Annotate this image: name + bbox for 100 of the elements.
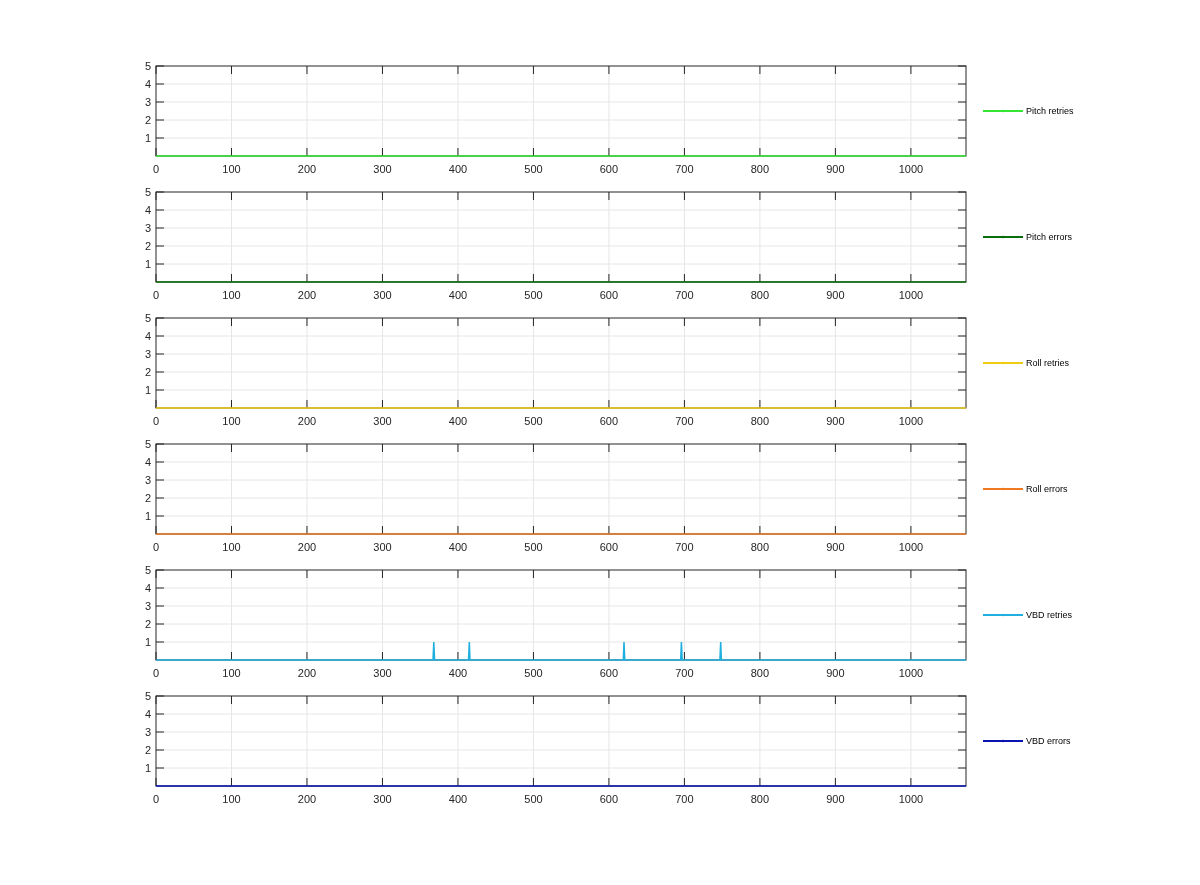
tick-label: 2 (144, 114, 151, 126)
tick-label: 400 (448, 163, 468, 175)
tick-label: 600 (599, 793, 619, 805)
tick-label: 400 (448, 793, 468, 805)
tick-label: 500 (524, 667, 543, 679)
tick-label: 4 (144, 708, 151, 720)
tick-label: 1000 (898, 415, 924, 427)
tick-label: 900 (826, 415, 845, 427)
tick-label: 800 (750, 289, 770, 301)
tick-label: 900 (826, 667, 845, 679)
tick-label: 500 (524, 289, 543, 301)
tick-label: 600 (599, 163, 619, 175)
tick-label: 100 (222, 667, 241, 679)
tick-label: 3 (144, 348, 151, 360)
tick-label: 2 (144, 240, 151, 252)
tick-label: 4 (144, 456, 151, 468)
tick-label: 500 (524, 415, 543, 427)
tick-label: 700 (675, 415, 694, 427)
tick-label: 5 (144, 186, 151, 198)
tick-label: 600 (599, 541, 619, 553)
tick-label: 800 (750, 415, 770, 427)
tick-label: 700 (675, 541, 694, 553)
tick-label: 4 (144, 582, 151, 594)
tick-label: 100 (222, 793, 241, 805)
tick-label: 300 (373, 541, 392, 553)
tick-label: 700 (675, 289, 694, 301)
tick-label: 0 (152, 415, 160, 427)
tick-label: 600 (599, 667, 619, 679)
tick-label: 5 (144, 564, 151, 576)
tick-label: 1000 (898, 793, 924, 805)
tick-label: 400 (448, 667, 468, 679)
tick-label: 0 (152, 541, 160, 553)
tick-label: 0 (152, 289, 160, 301)
legend-label: Pitch errors (1026, 232, 1072, 242)
tick-label: 300 (373, 163, 392, 175)
tick-label: 500 (524, 541, 543, 553)
tick-label: 2 (144, 744, 151, 756)
legend-label: Pitch retries (1026, 106, 1074, 116)
legend-label: Roll errors (1026, 484, 1068, 494)
tick-label: 200 (297, 793, 317, 805)
tick-label: 3 (144, 96, 151, 108)
tick-label: 5 (144, 60, 151, 72)
tick-label: 500 (524, 793, 543, 805)
tick-label: 600 (599, 289, 619, 301)
tick-label: 300 (373, 793, 392, 805)
tick-label: 1000 (898, 667, 924, 679)
tick-label: 100 (222, 541, 241, 553)
legend-label: Roll retries (1026, 358, 1069, 368)
tick-label: 2 (144, 366, 151, 378)
tick-label: 3 (144, 222, 151, 234)
legend-label: VBD retries (1026, 610, 1072, 620)
tick-label: 1000 (898, 163, 924, 175)
tick-label: 0 (152, 667, 160, 679)
tick-label: 200 (297, 667, 317, 679)
tick-label: 5 (144, 312, 151, 324)
tick-label: 800 (750, 667, 770, 679)
tick-label: 1 (144, 132, 151, 144)
tick-label: 0 (152, 793, 160, 805)
legend-label: VBD errors (1026, 736, 1071, 746)
tick-label: 800 (750, 163, 770, 175)
tick-label: 1 (144, 636, 151, 648)
tick-label: 2 (144, 618, 151, 630)
tick-label: 600 (599, 415, 619, 427)
tick-label: 4 (144, 78, 151, 90)
tick-label: 4 (144, 330, 151, 342)
tick-label: 100 (222, 289, 241, 301)
tick-label: 1 (144, 384, 151, 396)
tick-label: 500 (524, 163, 543, 175)
tick-label: 1 (144, 762, 151, 774)
tick-label: 300 (373, 415, 392, 427)
tick-label: 2 (144, 492, 151, 504)
tick-label: 800 (750, 793, 770, 805)
tick-label: 1000 (898, 541, 924, 553)
tick-label: 100 (222, 163, 241, 175)
tick-label: 200 (297, 163, 317, 175)
tick-label: 3 (144, 726, 151, 738)
tick-label: 700 (675, 163, 694, 175)
tick-label: 900 (826, 163, 845, 175)
tick-label: 1 (144, 258, 151, 270)
tick-label: 5 (144, 438, 151, 450)
tick-label: 300 (373, 289, 392, 301)
tick-label: 700 (675, 667, 694, 679)
tick-label: 4 (144, 204, 151, 216)
tick-label: 400 (448, 289, 468, 301)
tick-label: 900 (826, 289, 845, 301)
tick-label: 800 (750, 541, 770, 553)
tick-label: 100 (222, 415, 241, 427)
tick-label: 200 (297, 415, 317, 427)
tick-label: 3 (144, 600, 151, 612)
tick-label: 1000 (898, 289, 924, 301)
tick-label: 700 (675, 793, 694, 805)
tick-label: 200 (297, 541, 317, 553)
tick-label: 400 (448, 415, 468, 427)
tick-label: 200 (297, 289, 317, 301)
tick-label: 3 (144, 474, 151, 486)
tick-label: 900 (826, 793, 845, 805)
tick-label: 0 (152, 163, 160, 175)
tick-label: 5 (144, 690, 151, 702)
tick-label: 300 (373, 667, 392, 679)
tick-label: 1 (144, 510, 151, 522)
